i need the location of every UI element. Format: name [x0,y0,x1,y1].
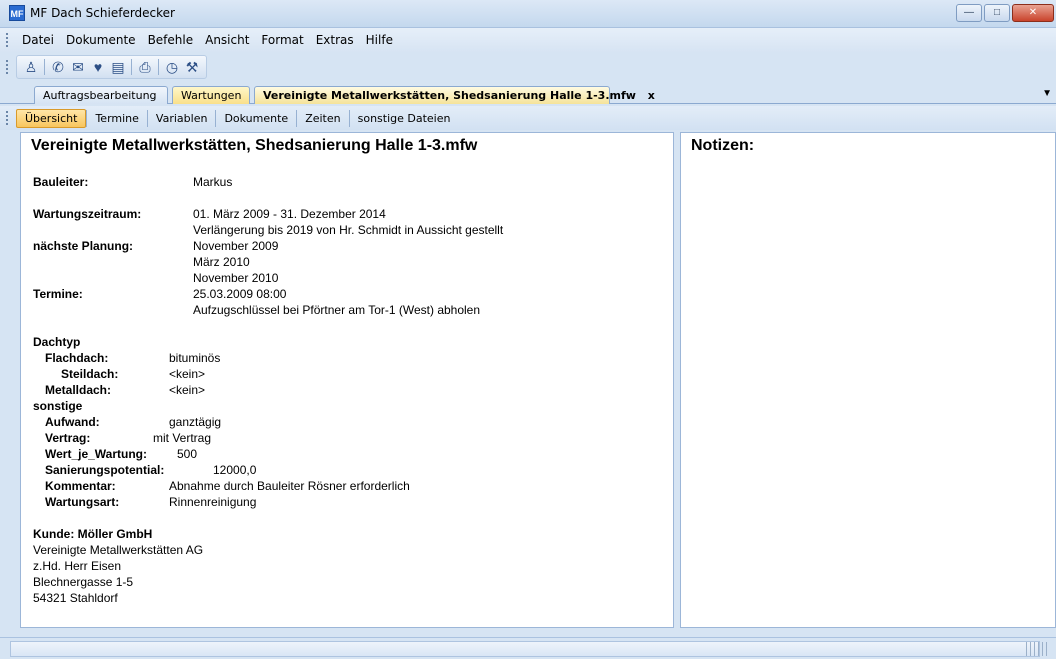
status-bar [0,637,1056,659]
wert-je-wartung-value: 500 [177,447,198,461]
menu-bar: Datei Dokumente Befehle Ansicht Format E… [0,28,1056,52]
app-icon: MF [9,5,25,21]
workers-icon[interactable]: ♙ [21,57,41,77]
resize-grip-icon[interactable] [1026,642,1048,656]
aufwand-value: ganztägig [169,415,222,429]
document-tab-bar: Auftragsbearbeitung Wartungen Vereinigte… [0,84,1056,104]
printer-icon[interactable]: ⎙ [135,57,155,77]
menu-dokumente[interactable]: Dokumente [60,33,142,47]
toolbar: ♙ ✆ ✉ ♥ ▤ ⎙ ◷ ⚒ [0,52,1056,82]
kunde-address-line: Blechnergasse 1-5 [33,575,134,589]
bauleiter-label: Bauleiter: [33,175,89,189]
tab-termine[interactable]: Termine [86,109,146,127]
menu-ansicht[interactable]: Ansicht [199,33,255,47]
kunde-heading: Kunde: Möller GmbH [33,527,153,541]
kunde-address-line: 54321 Stahldorf [33,591,118,605]
menu-grip[interactable] [6,33,10,47]
termine-label: Termine: [33,287,83,301]
page-title: Vereinigte Metallwerkstätten, Shedsanier… [31,137,478,154]
flachdach-label: Flachdach: [45,351,109,365]
menu-befehle[interactable]: Befehle [142,33,200,47]
menu-format[interactable]: Format [255,33,309,47]
steildach-value: <kein> [169,367,206,381]
toolbar-separator [158,59,159,75]
heart-icon[interactable]: ♥ [88,57,108,77]
dachtyp-heading: Dachtyp [33,335,81,349]
tab-document-active[interactable]: Vereinigte Metallwerkstätten, Shedsanier… [254,86,655,104]
planung-label: nächste Planung: [33,239,134,253]
flachdach-value: bituminös [169,351,221,365]
status-panel [10,641,1040,657]
minimize-icon[interactable]: — [956,4,982,22]
steildach-label: Steildach: [61,367,119,381]
tab-wartungen[interactable]: Wartungen [172,86,250,104]
tab-zeiten[interactable]: Zeiten [296,109,348,127]
wartungsart-value: Rinnenreinigung [169,495,257,509]
tab-uebersicht[interactable]: Übersicht [16,108,87,128]
kommentar-value: Abnahme durch Bauleiter Rösner erforderl… [169,479,410,493]
subtab-grip [6,111,10,125]
mail-icon[interactable]: ✉ [68,57,88,77]
tab-dokumente[interactable]: Dokumente [215,109,296,127]
tab-dropdown-icon[interactable]: ▼ [1042,88,1052,99]
aufwand-label: Aufwand: [45,415,100,429]
vertrag-label: Vertrag: [45,431,91,445]
wartungszeitraum-value: 01. März 2009 - 31. Dezember 2014 [193,207,386,221]
clock-icon[interactable]: ◷ [162,57,182,77]
close-icon[interactable]: ✕ [1012,4,1054,22]
tab-label: Auftragsbearbeitung [43,89,157,102]
vertrag-value: mit Vertrag [153,431,212,445]
wert-je-wartung-label: Wert_je_Wartung: [45,447,148,461]
tab-sonstige-dateien[interactable]: sonstige Dateien [348,109,459,127]
view-tab-bar: Übersicht Termine Variablen Dokumente Ze… [0,106,1056,130]
list-icon[interactable]: ▤ [108,57,128,77]
window-title: MF Dach Schieferdecker [30,6,175,20]
notes-panel[interactable]: Notizen: [680,132,1056,628]
menu-extras[interactable]: Extras [310,33,360,47]
kunde-address-line: Vereinigte Metallwerkstätten AG [33,543,204,557]
toolbar-separator [131,59,132,75]
tools-icon[interactable]: ⚒ [182,57,202,77]
termine-note: Aufzugschlüssel bei Pförtner am Tor-1 (W… [193,303,481,317]
notes-title: Notizen: [691,137,755,154]
planung-value: März 2010 [193,255,250,269]
sanierungspotential-value: 12000,0 [213,463,257,477]
toolbar-separator [44,59,45,75]
menu-datei[interactable]: Datei [16,33,60,47]
toolbar-grip[interactable] [6,60,10,74]
tab-variablen[interactable]: Variablen [146,109,216,127]
tab-label: Vereinigte Metallwerkstätten, Shedsanier… [263,89,636,102]
termine-value: 25.03.2009 08:00 [193,287,287,301]
metalldach-value: <kein> [169,383,206,397]
menu-hilfe[interactable]: Hilfe [360,33,399,47]
tab-auftragsbearbeitung[interactable]: Auftragsbearbeitung [34,86,168,104]
maximize-icon[interactable]: □ [984,4,1010,22]
planung-value: November 2010 [193,271,279,285]
wartungsart-label: Wartungsart: [45,495,120,509]
toolbar-strip: ♙ ✆ ✉ ♥ ▤ ⎙ ◷ ⚒ [16,55,207,79]
wartungszeitraum-label: Wartungszeitraum: [33,207,142,221]
wartungszeitraum-note: Verlängerung bis 2019 von Hr. Schmidt in… [193,223,504,237]
tab-close-icon[interactable]: x [648,89,655,102]
tab-label: Wartungen [181,89,242,102]
bauleiter-value: Markus [193,175,233,189]
window-controls: — □ ✕ [956,4,1054,22]
sanierungspotential-label: Sanierungspotential: [45,463,165,477]
kommentar-label: Kommentar: [45,479,116,493]
sonstige-heading: sonstige [33,399,83,413]
title-bar: MF MF Dach Schieferdecker — □ ✕ [0,0,1056,28]
metalldach-label: Metalldach: [45,383,112,397]
overview-panel: Vereinigte Metallwerkstätten, Shedsanier… [20,132,674,628]
kunde-address-line: z.Hd. Herr Eisen [33,559,122,573]
phone-icon[interactable]: ✆ [48,57,68,77]
planung-value: November 2009 [193,239,279,253]
